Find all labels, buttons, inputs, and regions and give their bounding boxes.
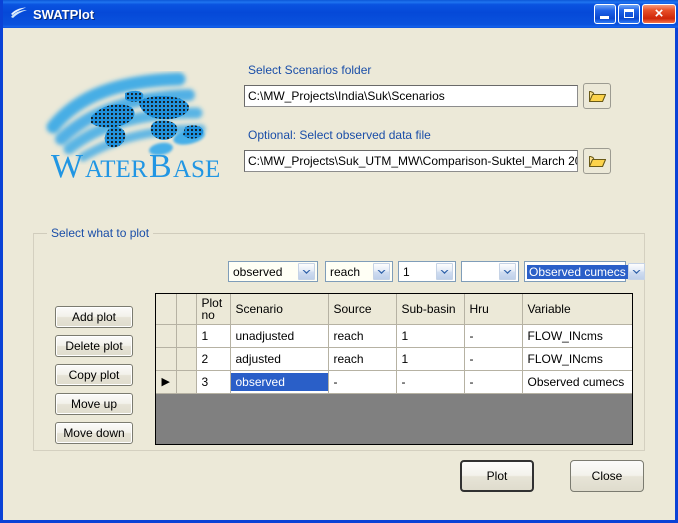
swatplot-window: SWATPlot × W ATER B ASE Select Scenarios… — [0, 0, 678, 523]
plot-table[interactable]: Plot no Scenario Source Sub-basin Hru Va… — [155, 293, 633, 445]
client-area: W ATER B ASE Select Scenarios folder C:\… — [3, 28, 675, 520]
window-title: SWATPlot — [33, 6, 95, 22]
hru-combo[interactable] — [461, 261, 519, 282]
move-up-button[interactable]: Move up — [55, 393, 133, 415]
observed-label: Optional: Select observed data file — [248, 128, 431, 142]
copy-plot-button[interactable]: Copy plot — [55, 364, 133, 386]
column-variable[interactable]: Variable — [522, 294, 632, 325]
chevron-down-icon[interactable] — [436, 263, 453, 280]
cell-variable[interactable]: FLOW_INcms — [522, 347, 632, 371]
row-marker-current[interactable]: ▶ — [156, 370, 177, 394]
row-spacer-header — [176, 294, 197, 325]
delete-plot-button[interactable]: Delete plot — [55, 335, 133, 357]
cell-plot-no[interactable]: 3 — [196, 370, 231, 394]
cell-source[interactable]: reach — [328, 324, 397, 348]
column-scenario[interactable]: Scenario — [230, 294, 329, 325]
table-row[interactable]: 1 unadjusted reach 1 - FLOW_INcms — [156, 324, 632, 348]
waterbase-logo: W ATER B ASE — [39, 65, 229, 185]
open-folder-icon — [588, 89, 606, 103]
wave-icon — [10, 6, 28, 22]
row-spacer — [176, 370, 197, 394]
scenarios-input[interactable]: C:\MW_Projects\India\Suk\Scenarios — [244, 85, 578, 107]
scenario-combo[interactable]: observed — [228, 261, 318, 282]
column-sub-basin[interactable]: Sub-basin — [396, 294, 465, 325]
open-folder-icon — [588, 154, 606, 168]
svg-text:ATER: ATER — [85, 156, 148, 183]
cell-sub-basin[interactable]: - — [396, 370, 465, 394]
observed-input[interactable]: C:\MW_Projects\Suk_UTM_MW\Comparison-Suk… — [244, 150, 578, 172]
row-marker-header — [156, 294, 177, 325]
chevron-down-icon[interactable] — [373, 263, 390, 280]
observed-browse-button[interactable] — [583, 148, 611, 174]
row-spacer — [176, 324, 197, 348]
scenarios-label: Select Scenarios folder — [248, 63, 372, 77]
cell-scenario[interactable]: adjusted — [230, 347, 329, 371]
svg-text:ASE: ASE — [173, 156, 220, 183]
maximize-button[interactable] — [618, 4, 640, 24]
close-dialog-button[interactable]: Close — [570, 460, 644, 492]
cell-source[interactable]: reach — [328, 347, 397, 371]
table-header-row: Plot no Scenario Source Sub-basin Hru Va… — [156, 294, 632, 325]
source-combo[interactable]: reach — [325, 261, 393, 282]
cell-sub-basin[interactable]: 1 — [396, 347, 465, 371]
svg-text:W: W — [51, 148, 84, 185]
cell-hru[interactable]: - — [464, 324, 523, 348]
minimize-button[interactable] — [594, 4, 616, 24]
row-marker[interactable] — [156, 347, 177, 371]
cell-plot-no[interactable]: 1 — [196, 324, 231, 348]
row-spacer — [176, 347, 197, 371]
title-bar: SWATPlot × — [3, 0, 678, 28]
close-button[interactable]: × — [642, 4, 676, 24]
chevron-down-icon[interactable] — [499, 263, 516, 280]
cell-plot-no[interactable]: 2 — [196, 347, 231, 371]
cell-scenario-selected[interactable]: observed — [230, 370, 329, 394]
row-marker[interactable] — [156, 324, 177, 348]
cell-hru[interactable]: - — [464, 347, 523, 371]
table-row[interactable]: 2 adjusted reach 1 - FLOW_INcms — [156, 347, 632, 371]
subbasin-combo[interactable]: 1 — [398, 261, 456, 282]
plot-button[interactable]: Plot — [460, 460, 534, 492]
column-hru[interactable]: Hru — [464, 294, 523, 325]
chevron-down-icon[interactable] — [627, 263, 645, 280]
scenarios-browse-button[interactable] — [583, 83, 611, 109]
svg-text:B: B — [149, 148, 172, 185]
select-what-to-plot-label: Select what to plot — [47, 226, 154, 240]
table-row[interactable]: ▶ 3 observed - - - Observed cumecs — [156, 370, 632, 394]
window-controls: × — [594, 4, 676, 24]
close-icon: × — [654, 4, 664, 22]
variable-combo[interactable]: Observed cumecs — [524, 261, 645, 282]
move-down-button[interactable]: Move down — [55, 422, 133, 444]
chevron-down-icon[interactable] — [298, 263, 315, 280]
cell-source[interactable]: - — [328, 370, 397, 394]
cell-variable[interactable]: Observed cumecs — [522, 370, 632, 394]
cell-sub-basin[interactable]: 1 — [396, 324, 465, 348]
column-source[interactable]: Source — [328, 294, 397, 325]
current-row-arrow-icon: ▶ — [161, 376, 170, 388]
cell-variable[interactable]: FLOW_INcms — [522, 324, 632, 348]
cell-scenario[interactable]: unadjusted — [230, 324, 329, 348]
column-plot-no[interactable]: Plot no — [196, 294, 231, 325]
cell-hru[interactable]: - — [464, 370, 523, 394]
add-plot-button[interactable]: Add plot — [55, 306, 133, 328]
